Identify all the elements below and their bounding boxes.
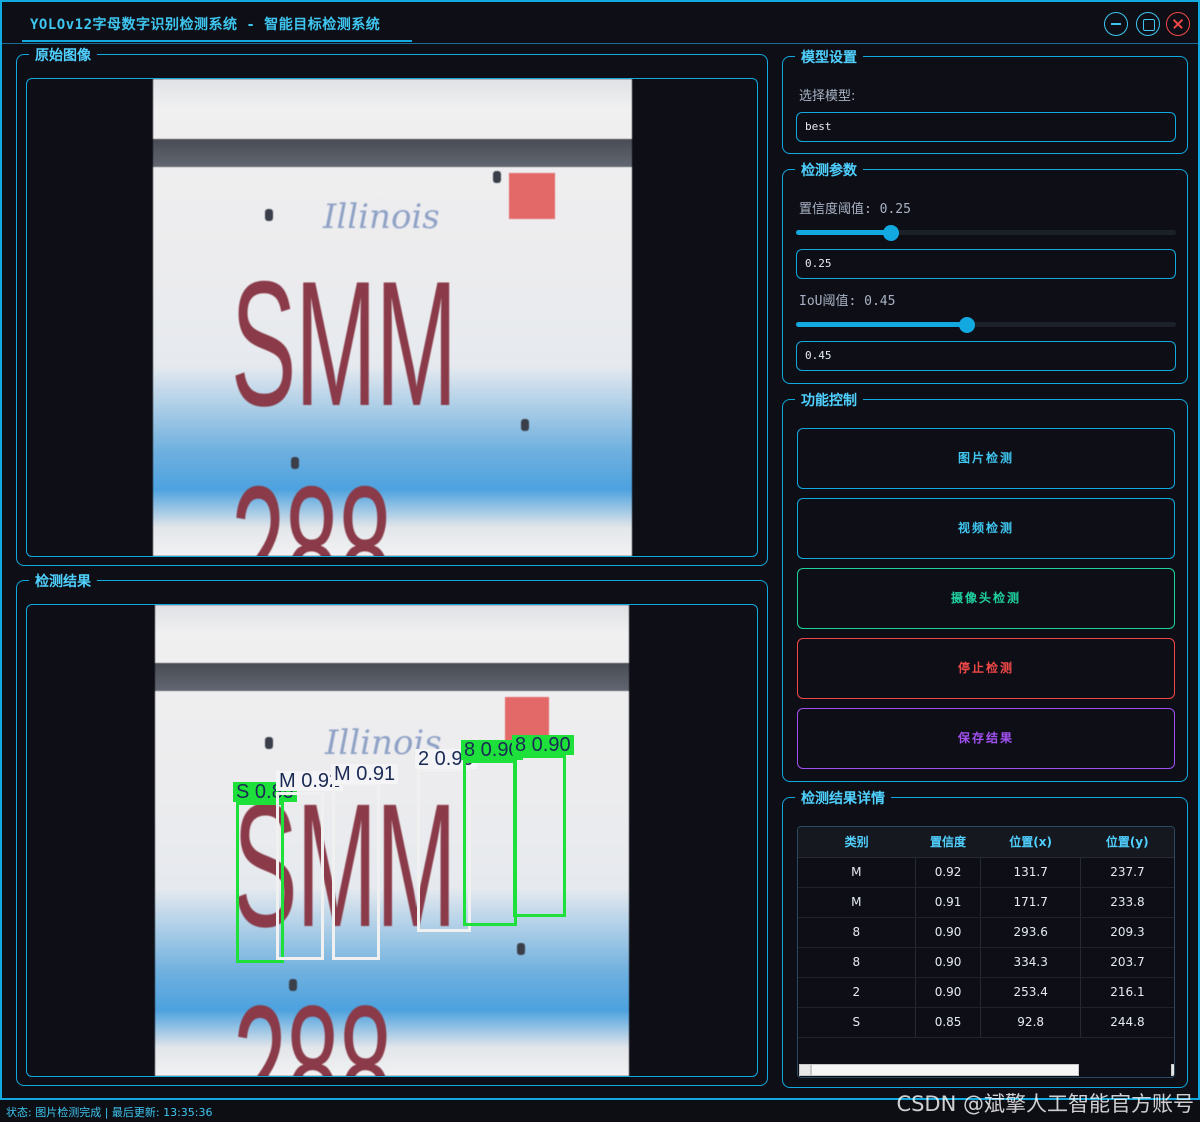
- minimize-icon[interactable]: [1104, 12, 1128, 36]
- model-select-label: 选择模型:: [799, 89, 856, 104]
- iou-label: IoU阈值: 0.45: [799, 294, 896, 309]
- detection-params-title: 检测参数: [795, 160, 863, 180]
- cell-confidence: 0.90: [915, 947, 982, 978]
- original-plate-image: Illinois SMM 288: [153, 79, 632, 556]
- cell-x: 131.7: [980, 857, 1081, 888]
- cell-confidence: 0.90: [915, 917, 982, 948]
- cell-class: M: [798, 887, 916, 918]
- cell-confidence: 0.85: [915, 1007, 982, 1038]
- cell-y: 233.8: [1080, 887, 1174, 918]
- cell-class: M: [798, 857, 916, 888]
- result-image-frame: Illinois SMM 288 S 0.85 M 0.92 M 0.91 2 …: [26, 604, 758, 1077]
- table-header-row: 类别 置信度 位置(x) 位置(y): [798, 827, 1174, 858]
- detection-label: 8 0.90: [512, 735, 574, 755]
- model-select[interactable]: best: [796, 112, 1176, 142]
- original-image-title: 原始图像: [29, 45, 97, 65]
- result-image-group: 检测结果 Illinois SMM 288 S 0.85 M 0.92 M 0.…: [16, 571, 768, 1086]
- cell-confidence: 0.91: [915, 887, 982, 918]
- original-image-frame: Illinois SMM 288: [26, 78, 758, 557]
- cell-x: 334.3: [980, 947, 1081, 978]
- confidence-slider-handle[interactable]: [883, 225, 899, 241]
- save-results-button[interactable]: 保存结果: [797, 708, 1175, 769]
- cell-class: 8: [798, 917, 916, 948]
- function-controls-title: 功能控制: [795, 390, 863, 410]
- table-row[interactable]: 8 0.90 334.3 203.7: [798, 947, 1174, 978]
- window-title: YOLOv12字母数字识别检测系统 - 智能目标检测系统: [30, 17, 381, 33]
- status-bar-text: 状态: 图片检测完成 | 最后更新: 13:35:36: [6, 1106, 213, 1119]
- column-header-confidence[interactable]: 置信度: [915, 827, 981, 858]
- result-table: 类别 置信度 位置(x) 位置(y) M 0.92 131.7 237.7 M: [798, 827, 1174, 1038]
- table-horizontal-scrollbar[interactable]: [799, 1064, 1174, 1076]
- plate-number-text: SMM 288: [231, 244, 457, 556]
- column-header-class[interactable]: 类别: [798, 827, 916, 858]
- result-image-title: 检测结果: [29, 571, 97, 591]
- confidence-label: 置信度阈值: 0.25: [799, 202, 911, 217]
- confidence-slider[interactable]: [796, 225, 1176, 241]
- app-window: YOLOv12字母数字识别检测系统 - 智能目标检测系统 原始图像 Illino…: [0, 0, 1200, 1100]
- cell-confidence: 0.90: [915, 977, 982, 1008]
- result-details-title: 检测结果详情: [795, 788, 891, 808]
- plate-state-text: Illinois: [323, 197, 440, 237]
- camera-detect-button[interactable]: 摄像头检测: [797, 568, 1175, 629]
- table-row[interactable]: 2 0.90 253.4 216.1: [798, 977, 1174, 1008]
- table-row[interactable]: 8 0.90 293.6 209.3: [798, 917, 1174, 948]
- detection-box: [332, 783, 380, 960]
- watermark-text: CSDN @斌擎人工智能官方账号: [896, 1092, 1194, 1116]
- scrollbar-thumb[interactable]: [811, 1064, 1079, 1076]
- cell-class: S: [798, 1007, 916, 1038]
- image-detect-button[interactable]: 图片检测: [797, 428, 1175, 489]
- cell-x: 293.6: [980, 917, 1081, 948]
- close-icon[interactable]: [1166, 12, 1190, 36]
- title-underline: [22, 40, 412, 42]
- cell-y: 209.3: [1080, 917, 1174, 948]
- maximize-icon[interactable]: [1136, 12, 1160, 36]
- detection-box: [513, 755, 566, 917]
- cell-y: 203.7: [1080, 947, 1174, 978]
- result-details-group: 检测结果详情 类别 置信度 位置(x) 位置(y) M 0.92 131.7 2…: [782, 788, 1188, 1088]
- cell-x: 253.4: [980, 977, 1081, 1008]
- cell-x: 171.7: [980, 887, 1081, 918]
- cell-class: 2: [798, 977, 916, 1008]
- model-settings-group: 模型设置 选择模型: best: [782, 47, 1188, 154]
- table-row[interactable]: M 0.91 171.7 233.8: [798, 887, 1174, 918]
- iou-slider[interactable]: [796, 317, 1176, 333]
- detection-params-group: 检测参数 置信度阈值: 0.25 0.25 IoU阈值: 0.45 0.45: [782, 160, 1188, 384]
- iou-slider-handle[interactable]: [959, 317, 975, 333]
- model-settings-title: 模型设置: [795, 47, 863, 67]
- column-header-y[interactable]: 位置(y): [1080, 827, 1174, 858]
- iou-input[interactable]: 0.45: [796, 341, 1176, 371]
- result-table-frame: 类别 置信度 位置(x) 位置(y) M 0.92 131.7 237.7 M: [797, 826, 1175, 1078]
- title-bar: YOLOv12字母数字识别检测系统 - 智能目标检测系统: [2, 2, 1198, 44]
- cell-y: 237.7: [1080, 857, 1174, 888]
- detection-box: [276, 792, 324, 960]
- original-image-group: 原始图像 Illinois SMM 288: [16, 45, 768, 566]
- table-row[interactable]: S 0.85 92.8 244.8: [798, 1007, 1174, 1038]
- function-controls-group: 功能控制 图片检测 视频检测 摄像头检测 停止检测 保存结果: [782, 390, 1188, 782]
- cell-x: 92.8: [980, 1007, 1081, 1038]
- table-row[interactable]: M 0.92 131.7 237.7: [798, 857, 1174, 888]
- stop-detect-button[interactable]: 停止检测: [797, 638, 1175, 699]
- cell-class: 8: [798, 947, 916, 978]
- scroll-left-arrow-icon[interactable]: [799, 1064, 811, 1076]
- column-header-x[interactable]: 位置(x): [980, 827, 1081, 858]
- detection-label: M 0.91: [331, 764, 399, 784]
- cell-confidence: 0.92: [915, 857, 982, 888]
- cell-y: 244.8: [1080, 1007, 1174, 1038]
- video-detect-button[interactable]: 视频检测: [797, 498, 1175, 559]
- scroll-right-arrow-icon[interactable]: [1171, 1064, 1174, 1076]
- detection-box: [463, 760, 517, 926]
- confidence-input[interactable]: 0.25: [796, 249, 1176, 279]
- cell-y: 216.1: [1080, 977, 1174, 1008]
